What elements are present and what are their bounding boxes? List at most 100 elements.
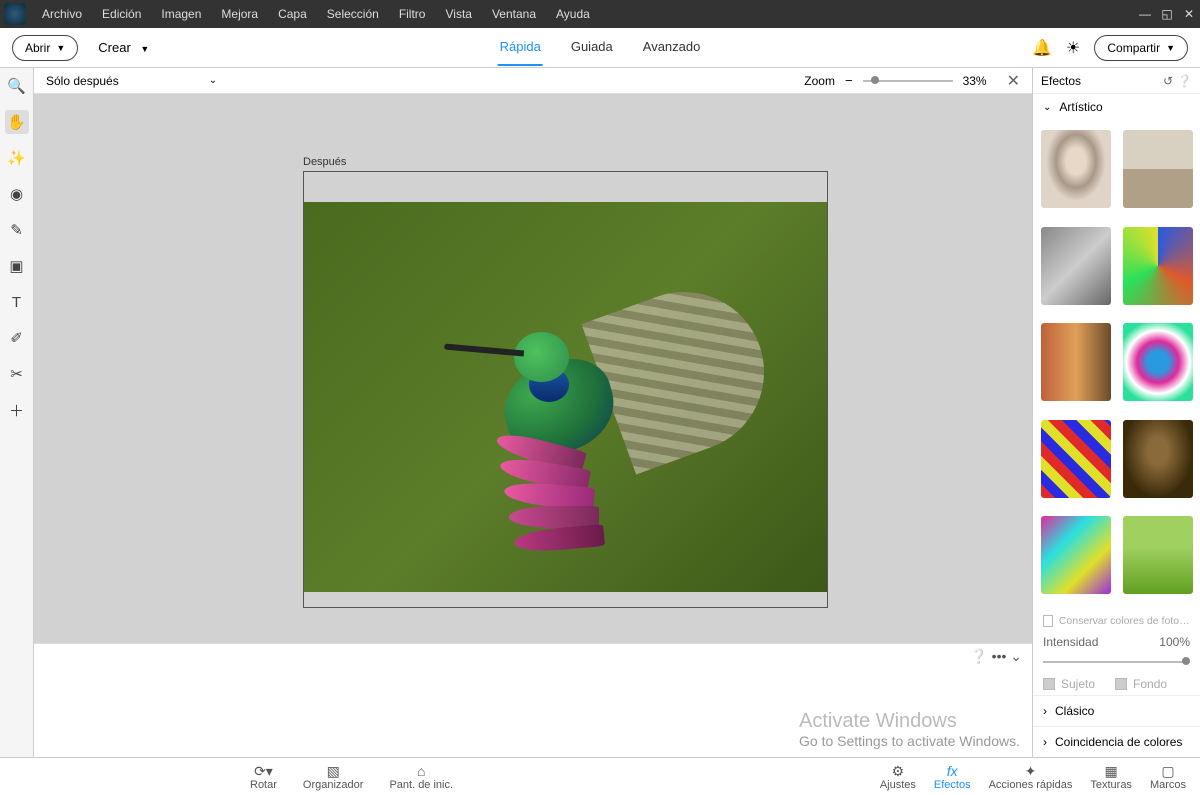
bell-icon[interactable]: 🔔	[1032, 38, 1052, 58]
organizer-button[interactable]: ▧ Organizador	[303, 763, 364, 791]
caret-down-icon: ▼	[140, 44, 149, 54]
effect-thumb[interactable]	[1041, 323, 1111, 401]
canvas-panel: Sólo después ⌄ Zoom − 33% ✕ Después	[34, 68, 1032, 757]
menu-archivo[interactable]: Archivo	[32, 7, 92, 21]
home-button[interactable]: ⌂ Pant. de inic.	[389, 763, 453, 791]
frame-icon: ▢	[1161, 763, 1174, 779]
menu-seleccion[interactable]: Selección	[317, 7, 389, 21]
open-label: Abrir	[25, 41, 50, 55]
organizer-icon: ▧	[327, 763, 340, 779]
more-options-icon[interactable]: ❔ ••• ⌄	[970, 648, 1022, 665]
zoom-value: 33%	[963, 74, 987, 88]
textures-button[interactable]: ▦ Texturas	[1090, 763, 1132, 791]
intensity-row: Intensidad 100%	[1033, 631, 1200, 653]
section-colormatch[interactable]: › Coincidencia de colores	[1033, 726, 1200, 757]
open-button[interactable]: Abrir ▼	[12, 35, 78, 61]
zoom-out-icon[interactable]: −	[845, 73, 853, 88]
tab-advanced[interactable]: Avanzado	[641, 29, 703, 66]
view-mode-dropdown[interactable]: Sólo después ⌄	[46, 74, 217, 88]
intensity-slider[interactable]	[1043, 657, 1190, 663]
canvas-footer: ❔ ••• ⌄ Activate Windows Go to Settings …	[34, 643, 1032, 757]
effect-thumb[interactable]	[1123, 420, 1193, 498]
effect-thumb[interactable]	[1123, 130, 1193, 208]
effect-thumb[interactable]	[1123, 323, 1193, 401]
texture-icon: ▦	[1105, 763, 1118, 779]
chevron-down-icon: ⌄	[209, 75, 217, 86]
preserve-checkbox-row[interactable]: Conservar colores de fotografía or...	[1033, 611, 1200, 631]
menu-mejora[interactable]: Mejora	[211, 7, 268, 21]
menu-ayuda[interactable]: Ayuda	[546, 7, 600, 21]
redeye-tool-icon[interactable]: ◉	[5, 182, 29, 206]
sparkle-icon: ✦	[1025, 763, 1037, 779]
share-button[interactable]: Compartir ▼	[1094, 35, 1188, 61]
checkbox-icon[interactable]	[1115, 678, 1127, 690]
effect-thumb[interactable]	[1123, 516, 1193, 594]
section-classic[interactable]: › Clásico	[1033, 695, 1200, 726]
checkbox-icon[interactable]	[1043, 678, 1055, 690]
help-icon[interactable]: ❔	[1177, 74, 1192, 88]
menu-edicion[interactable]: Edición	[92, 7, 151, 21]
chevron-right-icon: ›	[1043, 704, 1047, 718]
eyedropper-tool-icon[interactable]: ✐	[5, 326, 29, 350]
home-icon: ⌂	[417, 763, 425, 779]
effect-thumb[interactable]	[1041, 130, 1111, 208]
text-tool-icon[interactable]: T	[5, 290, 29, 314]
tab-quick[interactable]: Rápida	[498, 29, 543, 66]
effects-panel: Efectos ↺ ❔ ⌄ Artístico Conservar colore…	[1032, 68, 1200, 757]
menu-capa[interactable]: Capa	[268, 7, 317, 21]
create-button[interactable]: Crear ▼	[98, 40, 149, 55]
subject-bg-row: Sujeto Fondo	[1033, 673, 1200, 695]
close-window-icon[interactable]: ✕	[1178, 7, 1200, 21]
document-frame	[303, 171, 828, 608]
rotate-icon: ⟳▾	[254, 763, 273, 779]
minimize-icon[interactable]: —	[1134, 7, 1156, 21]
after-label: Después	[303, 156, 346, 168]
maximize-icon[interactable]: ◱	[1156, 7, 1178, 21]
tab-guided[interactable]: Guiada	[569, 29, 615, 66]
section-artistic[interactable]: ⌄ Artístico	[1033, 94, 1200, 120]
menu-bar: Archivo Edición Imagen Mejora Capa Selec…	[0, 0, 1200, 28]
menu-imagen[interactable]: Imagen	[151, 7, 211, 21]
toolbar: Abrir ▼ Crear ▼ Rápida Guiada Avanzado 🔔…	[0, 28, 1200, 68]
reset-icon[interactable]: ↺	[1163, 74, 1173, 88]
activation-watermark: Activate Windows Go to Settings to activ…	[799, 710, 1020, 749]
crop-tool-icon[interactable]: ✂	[5, 362, 29, 386]
effect-thumb[interactable]	[1041, 516, 1111, 594]
effects-panel-header: Efectos ↺ ❔	[1033, 68, 1200, 94]
adjust-button[interactable]: ⚙ Ajustes	[880, 763, 916, 791]
quick-actions-button[interactable]: ✦ Acciones rápidas	[989, 763, 1073, 791]
menu-ventana[interactable]: Ventana	[482, 7, 546, 21]
hand-tool-icon[interactable]: ✋	[5, 110, 29, 134]
camera-tool-icon[interactable]: ▣	[5, 254, 29, 278]
menu-filtro[interactable]: Filtro	[389, 7, 436, 21]
effect-thumb[interactable]	[1041, 420, 1111, 498]
brightness-icon[interactable]: ☀	[1066, 38, 1080, 58]
app-logo	[4, 3, 26, 25]
effect-thumb[interactable]	[1123, 227, 1193, 305]
close-document-icon[interactable]: ✕	[1007, 71, 1020, 91]
zoom-slider[interactable]	[863, 80, 953, 82]
caret-down-icon: ▼	[1166, 43, 1175, 53]
hummingbird	[384, 252, 784, 552]
rotate-button[interactable]: ⟳▾ Rotar	[250, 763, 277, 791]
document-image[interactable]	[304, 202, 827, 592]
sliders-icon: ⚙	[892, 763, 905, 779]
effect-thumb[interactable]	[1041, 227, 1111, 305]
zoom-label: Zoom	[804, 74, 835, 88]
tool-strip: 🔍 ✋ ✨ ◉ ✎ ▣ T ✐ ✂ ＋	[0, 68, 34, 757]
effects-title: Efectos	[1041, 74, 1081, 88]
caret-down-icon: ▼	[56, 43, 65, 53]
menu-vista[interactable]: Vista	[435, 7, 481, 21]
frames-button[interactable]: ▢ Marcos	[1150, 763, 1186, 791]
quick-select-tool-icon[interactable]: ✨	[5, 146, 29, 170]
bottom-bar: ⟳▾ Rotar ▧ Organizador ⌂ Pant. de inic. …	[0, 757, 1200, 795]
effects-button[interactable]: fx Efectos	[934, 763, 971, 791]
checkbox-icon[interactable]	[1043, 615, 1053, 627]
zoom-tool-icon[interactable]: 🔍	[5, 74, 29, 98]
whiten-tool-icon[interactable]: ✎	[5, 218, 29, 242]
mode-tabs: Rápida Guiada Avanzado	[498, 29, 703, 66]
add-tool-icon[interactable]: ＋	[5, 398, 29, 422]
fx-icon: fx	[947, 763, 958, 779]
chevron-down-icon: ⌄	[1043, 102, 1051, 113]
effect-thumbnails	[1033, 120, 1200, 611]
